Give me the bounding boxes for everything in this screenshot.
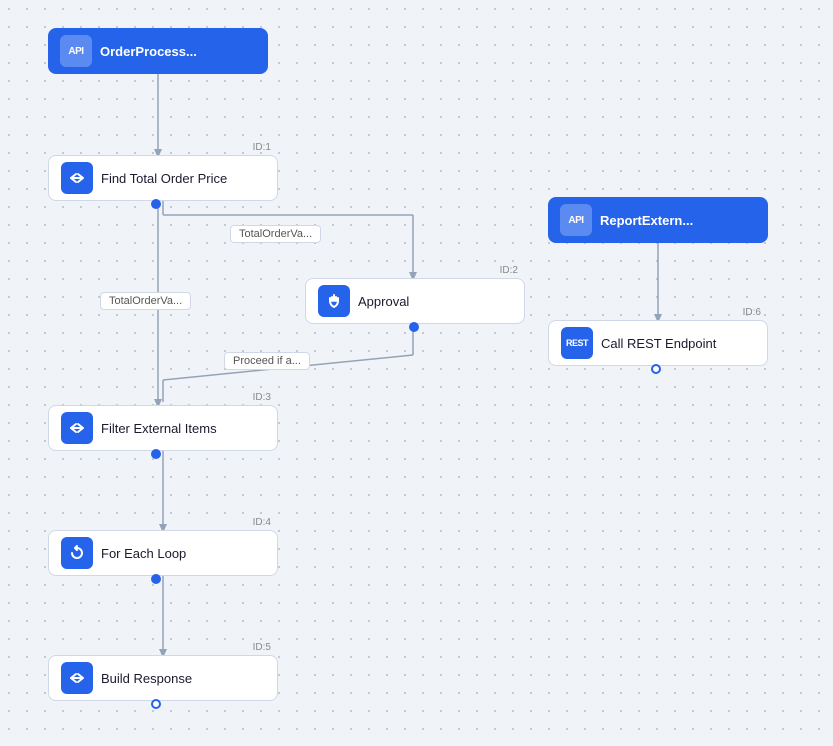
loop-icon (61, 537, 93, 569)
api-icon: API (60, 35, 92, 67)
node-find-total[interactable]: ID:1 Find Total Order Price (48, 155, 278, 201)
node-id-1: ID:1 (253, 142, 271, 153)
edge-label-proceed: Proceed if a... (224, 352, 310, 370)
rest-icon: REST (561, 327, 593, 359)
for-each-dot (151, 574, 161, 584)
node-id-4: ID:4 (253, 517, 271, 528)
find-total-icon (61, 162, 93, 194)
edge-label-total-order-2: TotalOrderVa... (100, 292, 191, 310)
node-for-each-label: For Each Loop (101, 546, 186, 561)
node-approval-label: Approval (358, 294, 409, 309)
node-api-start-label: OrderProcess... (100, 44, 197, 59)
approval-dot (409, 322, 419, 332)
find-total-dot (151, 199, 161, 209)
node-id-2: ID:2 (500, 265, 518, 276)
node-call-rest[interactable]: ID:6 REST Call REST Endpoint (548, 320, 768, 366)
node-id-5: ID:5 (253, 642, 271, 653)
report-api-icon: API (560, 204, 592, 236)
workflow-canvas: API OrderProcess... ID:1 Find Total Orde… (0, 0, 833, 746)
node-find-total-label: Find Total Order Price (101, 171, 227, 186)
node-report-label: ReportExtern... (600, 213, 693, 228)
node-rest-label: Call REST Endpoint (601, 336, 716, 351)
build-icon (61, 662, 93, 694)
node-build-response[interactable]: ID:5 Build Response (48, 655, 278, 701)
node-id-6: ID:6 (743, 307, 761, 318)
node-for-each[interactable]: ID:4 For Each Loop (48, 530, 278, 576)
node-filter-external[interactable]: ID:3 Filter External Items (48, 405, 278, 451)
node-api-start[interactable]: API OrderProcess... (48, 28, 268, 74)
node-filter-label: Filter External Items (101, 421, 217, 436)
edges-layer (0, 0, 833, 746)
approval-icon (318, 285, 350, 317)
filter-dot (151, 449, 161, 459)
call-rest-bottom-dot (651, 364, 661, 374)
node-build-label: Build Response (101, 671, 192, 686)
node-id-3: ID:3 (253, 392, 271, 403)
build-response-bottom-dot (151, 699, 161, 709)
node-report-extern[interactable]: API ReportExtern... (548, 197, 768, 243)
node-approval[interactable]: ID:2 Approval (305, 278, 525, 324)
edge-label-total-order-1: TotalOrderVa... (230, 225, 321, 243)
filter-icon (61, 412, 93, 444)
